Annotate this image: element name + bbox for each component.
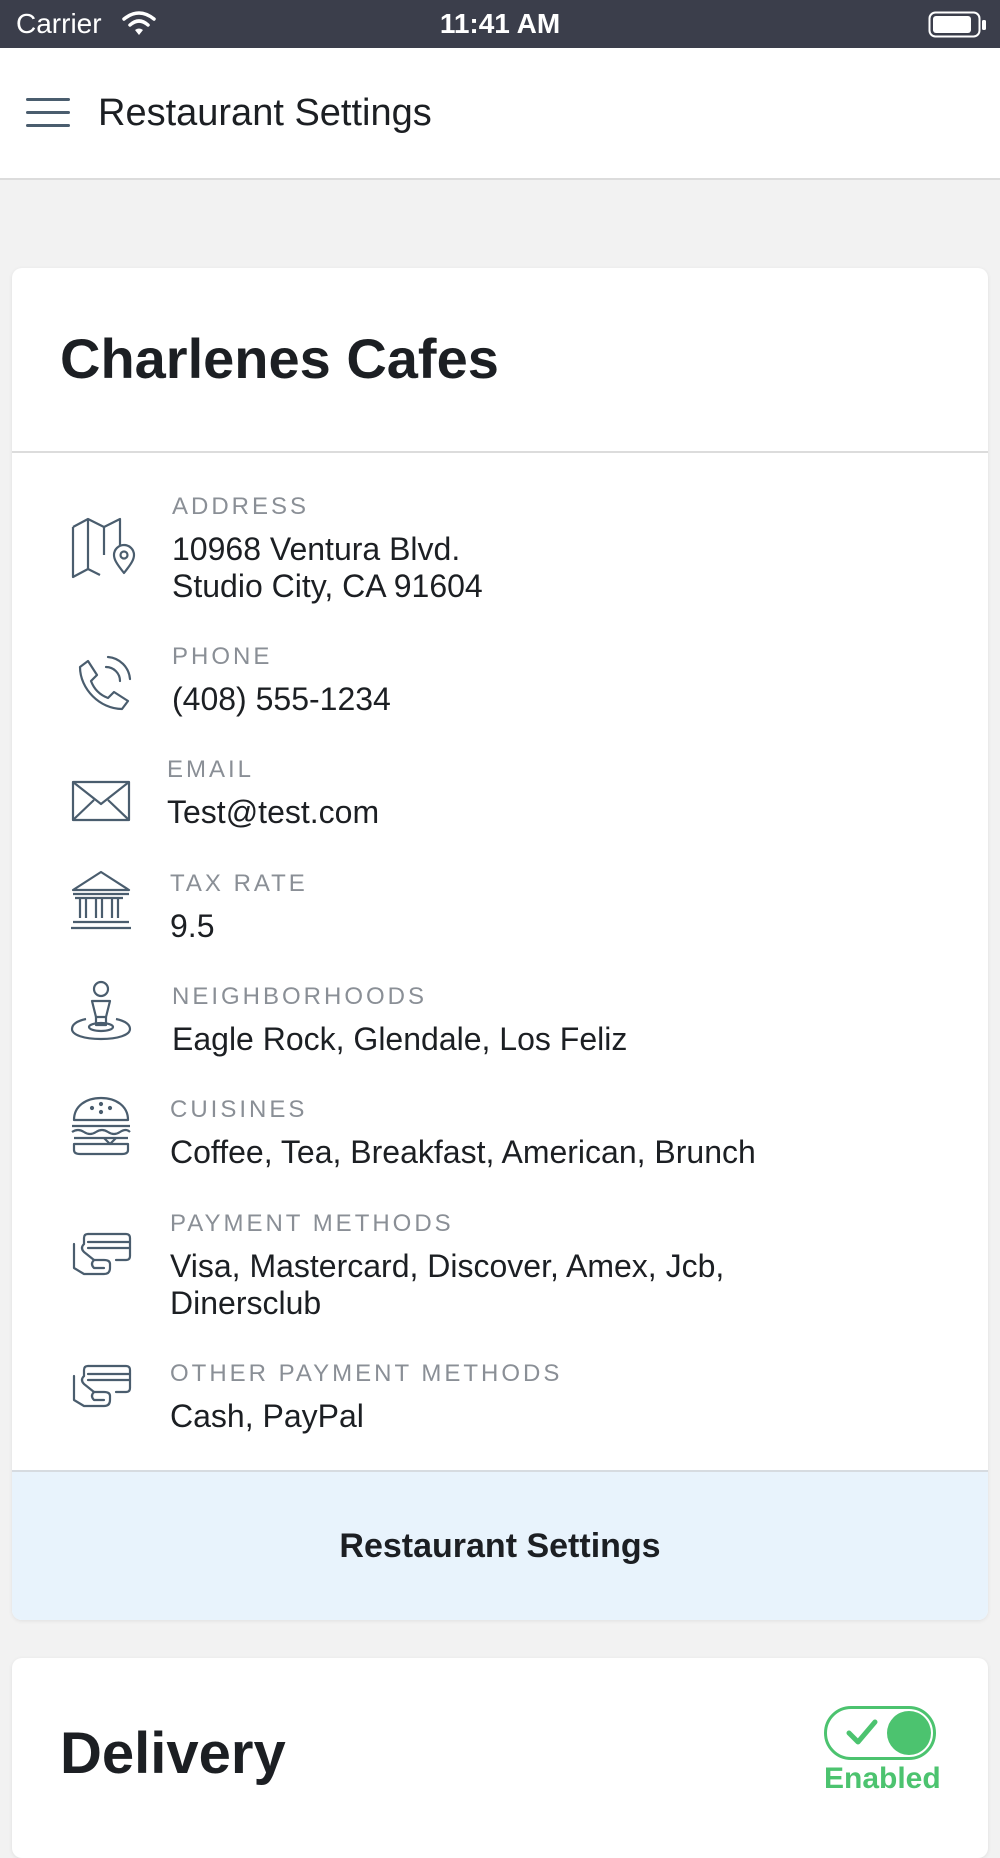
payment-methods-line2[interactable]: Dinersclub [170,1285,870,1322]
address-line1: 10968 Ventura Blvd. [172,531,461,567]
divider [12,451,988,453]
payment-methods-line1[interactable]: Visa, Mastercard, Discover, Amex, Jcb, [170,1248,870,1285]
nav-bar: Restaurant Settings [0,48,1000,180]
delivery-card: Delivery Enabled [12,1658,988,1858]
burger-icon [70,1094,140,1164]
checkmark-icon [845,1717,879,1752]
cuisines-value[interactable]: Coffee, Tea, Breakfast, American, Brunch [170,1134,870,1171]
payment-methods-label: PAYMENT METHODS [170,1210,454,1237]
cuisines-label: CUISINES [170,1096,308,1123]
restaurant-card: Charlenes Cafes ADDRESS 10968 Ventura Bl… [12,268,988,1620]
other-payment-methods-value[interactable]: Cash, PayPal [170,1398,870,1435]
other-payment-methods-label: OTHER PAYMENT METHODS [170,1360,563,1387]
map-pin-icon [70,515,140,585]
status-bar: Carrier 11:41 AM [0,0,1000,48]
address-label: ADDRESS [172,493,310,520]
bank-icon [70,868,140,938]
tax-rate-label: TAX RATE [170,870,308,897]
address-line2: Studio City, CA 91604 [172,568,483,604]
email-value[interactable]: Test@test.com [167,794,867,831]
card-hand-icon [70,1224,140,1294]
delivery-toggle-label: Enabled [824,1762,941,1795]
battery-icon [928,11,988,46]
location-person-icon [70,979,140,1049]
envelope-icon [70,768,140,838]
delivery-toggle[interactable] [824,1706,936,1760]
phone-label: PHONE [172,643,273,670]
status-time: 11:41 AM [439,8,561,39]
delivery-title: Delivery [60,1721,286,1786]
phone-value[interactable]: (408) 555-1234 [172,681,872,718]
email-label: EMAIL [167,756,255,783]
tax-rate-value[interactable]: 9.5 [170,908,870,945]
phone-icon [70,651,140,721]
neighborhoods-label: NEIGHBORHOODS [172,983,428,1010]
restaurant-name: Charlenes Cafes [60,327,499,390]
toggle-knob [887,1711,931,1755]
page-title: Restaurant Settings [98,92,432,134]
card-hand-icon [70,1356,140,1426]
hamburger-menu-icon[interactable] [24,92,72,132]
neighborhoods-value[interactable]: Eagle Rock, Glendale, Los Feliz [172,1021,872,1058]
restaurant-settings-button[interactable]: Restaurant Settings [12,1472,988,1620]
